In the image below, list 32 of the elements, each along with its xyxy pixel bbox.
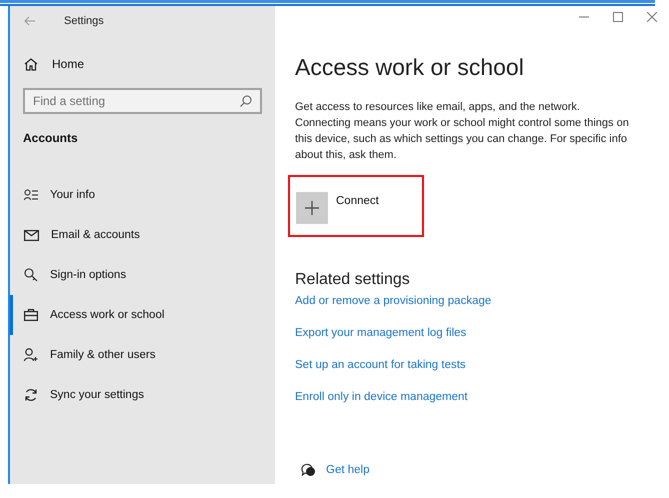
related-link[interactable]: Enroll only in device management bbox=[295, 391, 468, 423]
description: Get access to resources like email, apps, and the network. Connecting means your work or school might control some things on this device, such as which settings you can change. For specific info about this, ask them. bbox=[295, 100, 630, 163]
sidebar-item[interactable]: Your info bbox=[10, 175, 275, 215]
sidebar-item-icon bbox=[24, 230, 39, 240]
sidebar-item-icon bbox=[24, 268, 38, 282]
back-arrow-icon[interactable] bbox=[24, 16, 36, 26]
search-field[interactable]: Find a setting bbox=[23, 88, 262, 114]
maximize-icon[interactable] bbox=[613, 12, 623, 22]
help-link[interactable]: Get help bbox=[326, 464, 370, 476]
home-icon bbox=[24, 58, 38, 70]
sidebar-item[interactable]: Email & accounts bbox=[10, 215, 275, 255]
sidebar-item-icon bbox=[24, 348, 38, 362]
sidebar-item-icon bbox=[24, 309, 38, 321]
sidebar-item[interactable]: Sync your settings bbox=[10, 375, 275, 415]
sidebar-item[interactable]: Family & other users bbox=[10, 335, 275, 375]
section-heading: Related settings bbox=[295, 271, 411, 289]
related-link[interactable]: Export your management log files bbox=[295, 327, 466, 359]
sidebar-item-icon bbox=[24, 388, 38, 402]
close-icon[interactable] bbox=[647, 12, 657, 22]
section-heading: Accounts bbox=[23, 131, 79, 145]
related-link[interactable]: Set up an account for taking tests bbox=[295, 359, 466, 391]
connect-button[interactable]: Connect bbox=[336, 195, 379, 207]
sidebar-item[interactable]: Sign-in options bbox=[10, 255, 275, 295]
page-title: Access work or school bbox=[295, 54, 525, 81]
plus-icon bbox=[305, 201, 319, 215]
add-tile[interactable] bbox=[296, 192, 328, 224]
window-title: Settings bbox=[64, 15, 104, 27]
related-link[interactable]: Add or remove a provisioning package bbox=[295, 295, 492, 327]
sidebar-item-icon bbox=[24, 189, 38, 201]
home-link[interactable]: Home bbox=[10, 52, 275, 76]
help-chat-icon bbox=[301, 463, 316, 477]
search-icon bbox=[240, 95, 252, 107]
